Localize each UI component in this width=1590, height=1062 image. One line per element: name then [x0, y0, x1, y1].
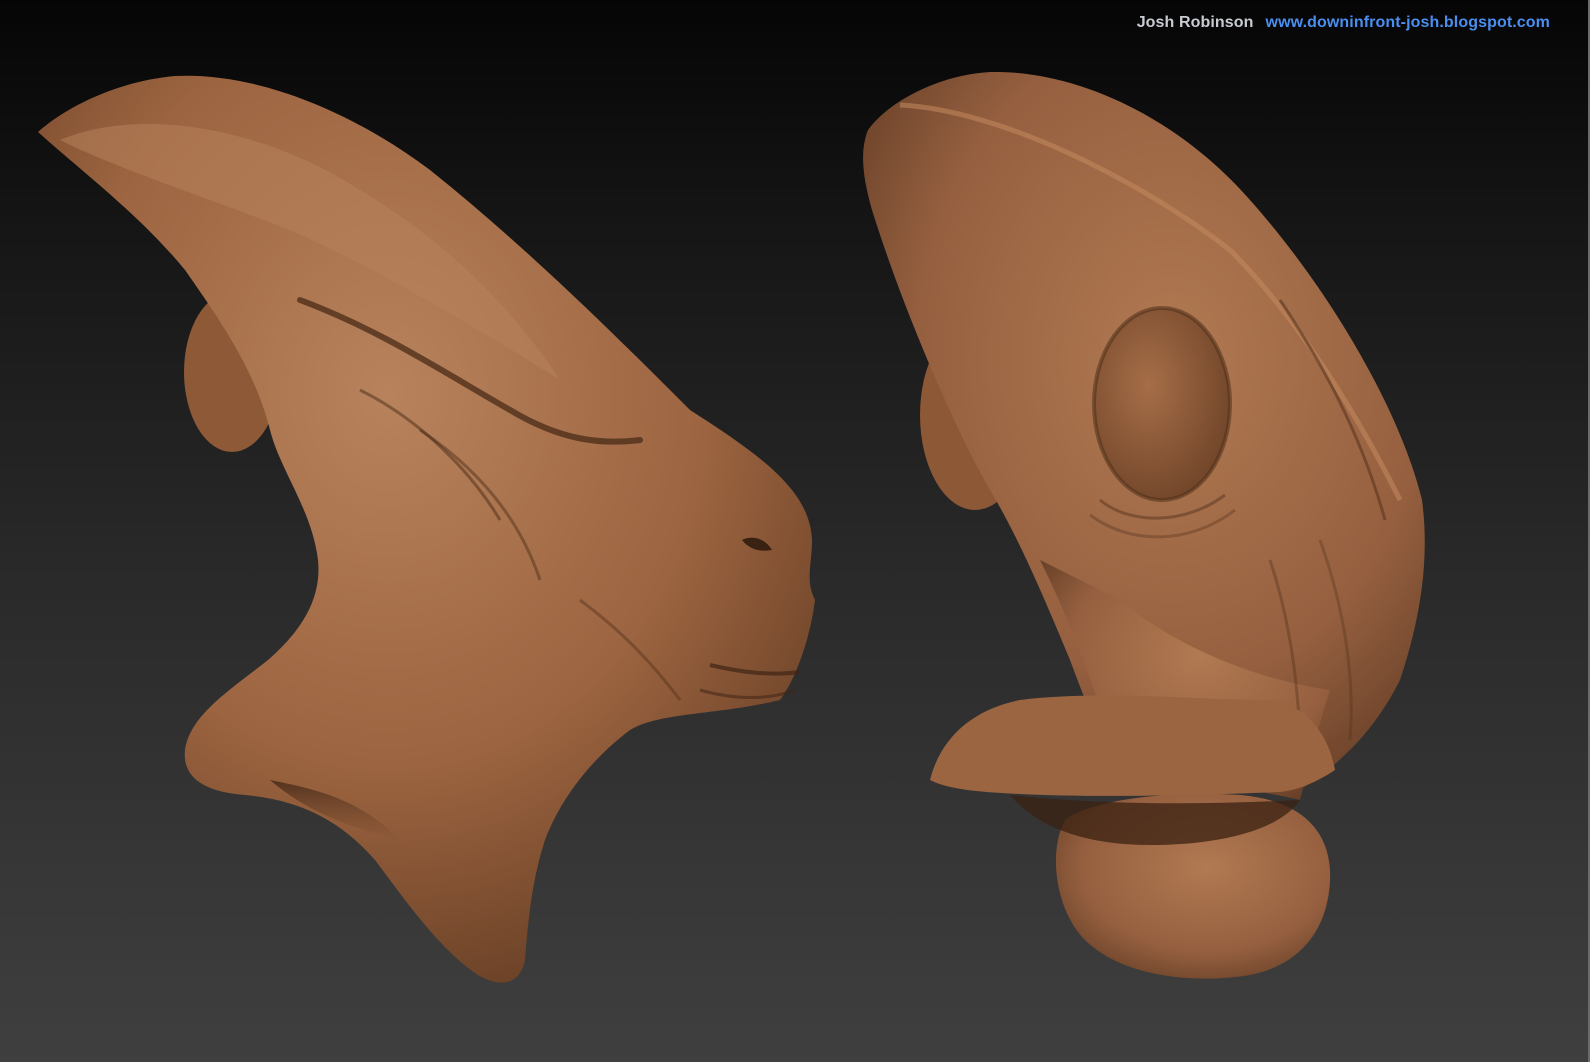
artist-credits: Josh Robinson www.downinfront-josh.blogs… — [1137, 14, 1550, 32]
right-head-sculpt — [863, 71, 1425, 979]
left-head-sculpt — [38, 75, 815, 983]
artist-name: Josh Robinson — [1136, 14, 1254, 31]
artist-website: www.downinfront-josh.blogspot.com — [1265, 14, 1550, 31]
sculpt-render — [38, 71, 1425, 983]
